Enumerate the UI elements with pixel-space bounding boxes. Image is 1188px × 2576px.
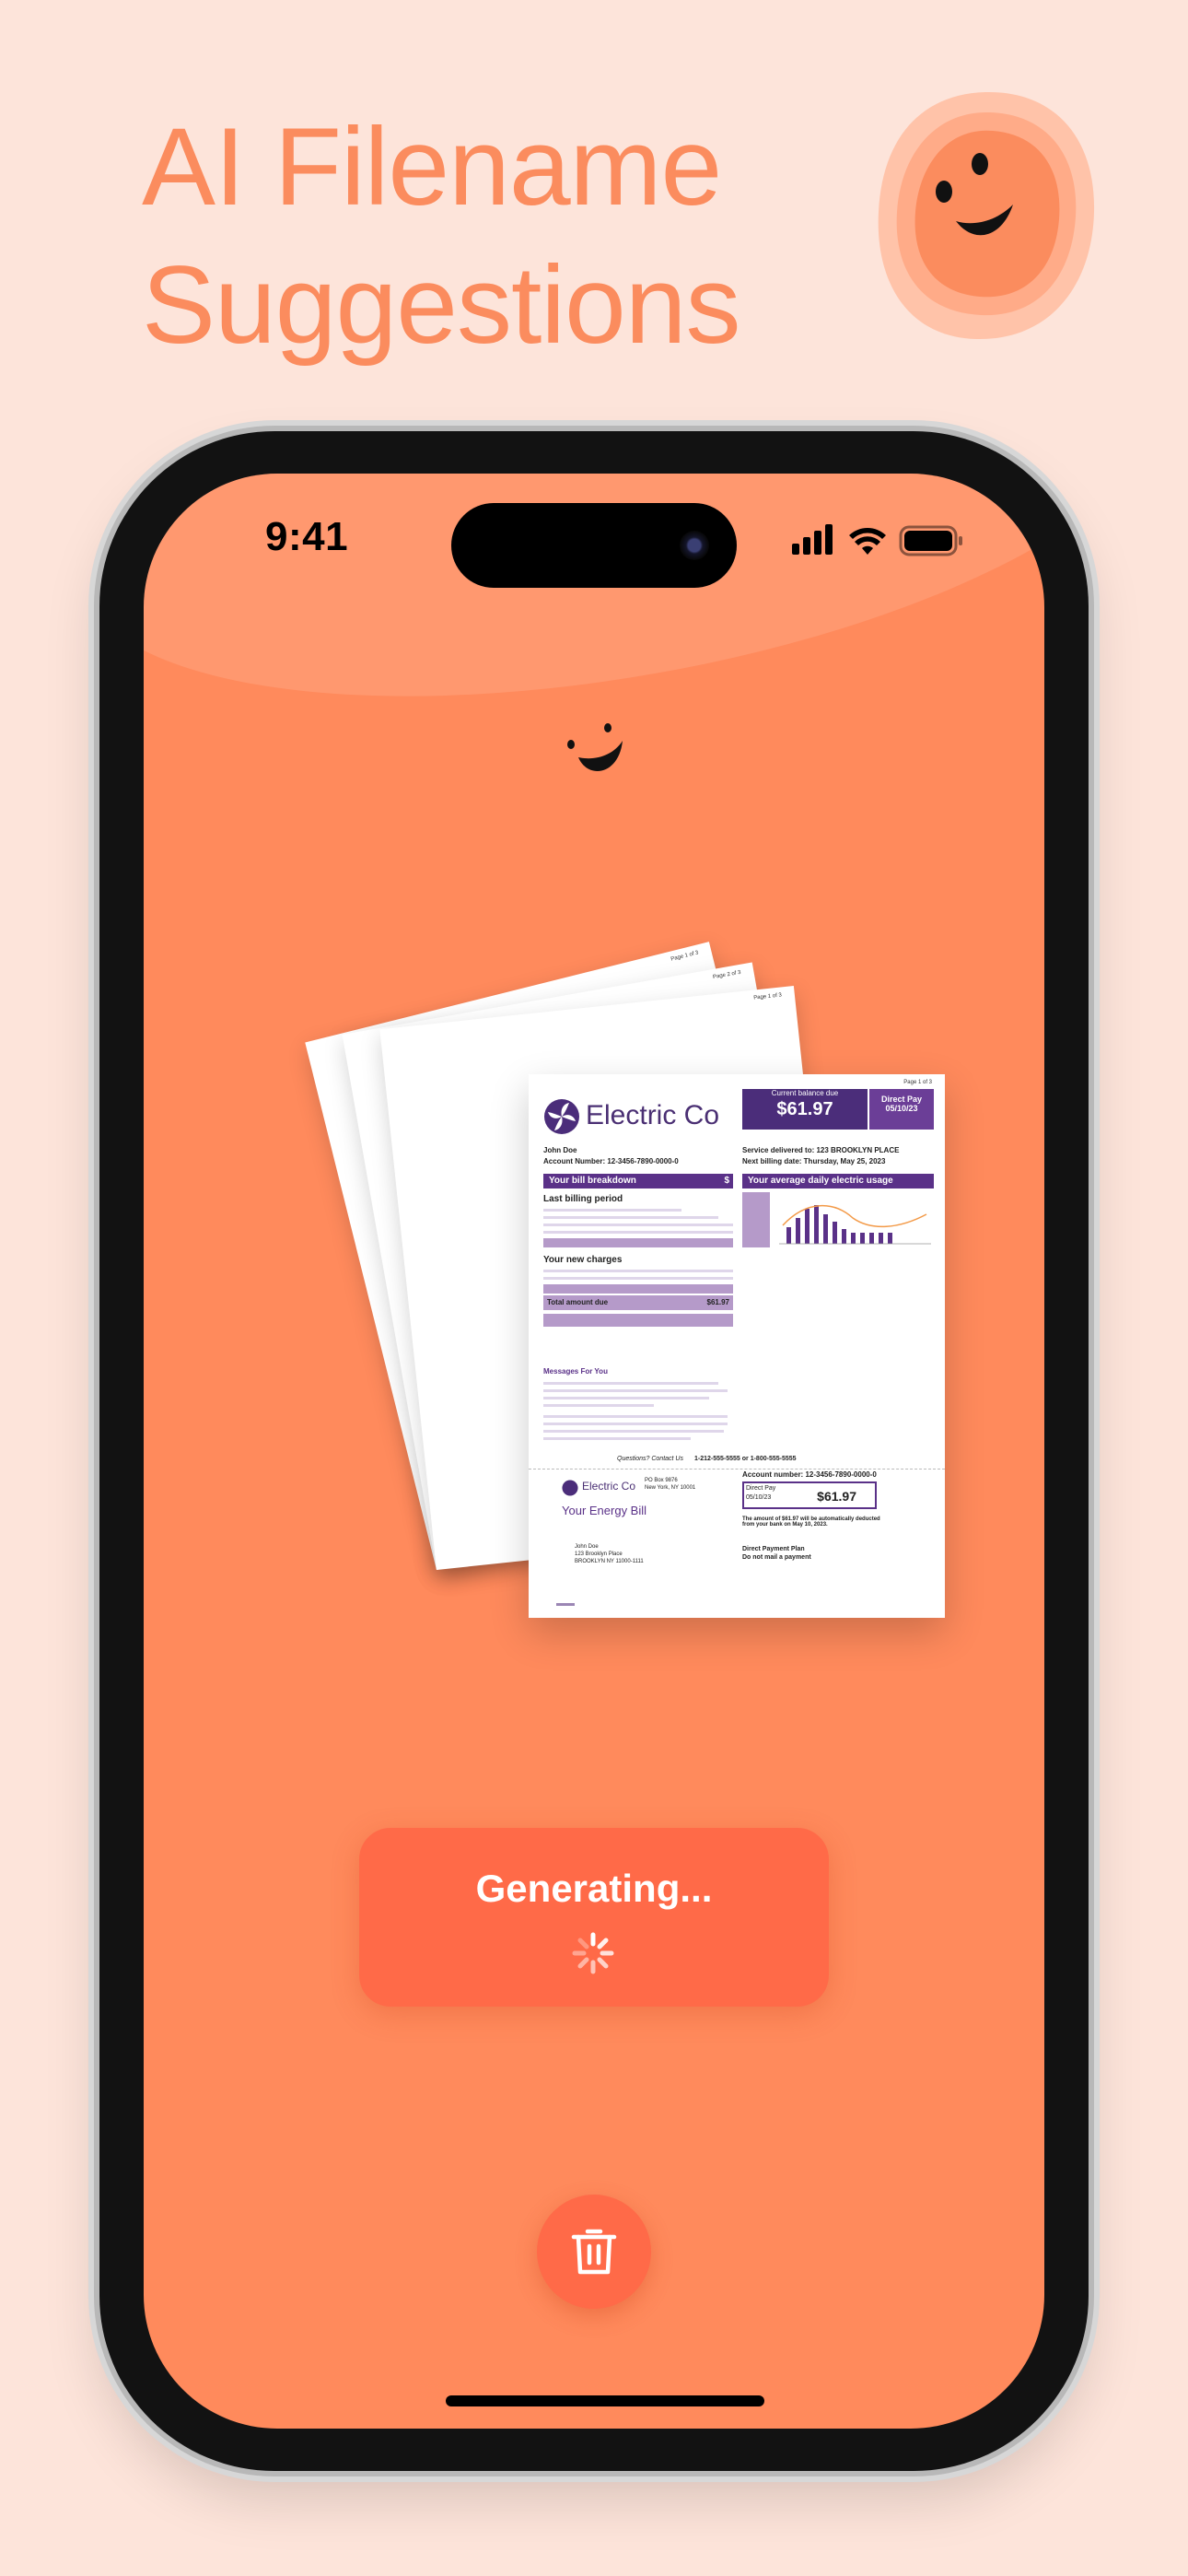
smiley-face-icon [567, 723, 623, 771]
text-line [543, 1382, 718, 1385]
address-street: 123 Brooklyn Place [575, 1551, 623, 1557]
direct-pay-label: Direct Pay [746, 1485, 776, 1492]
brand-logo-icon [562, 1480, 578, 1496]
amount: $61.97 [817, 1489, 856, 1504]
account-number: Account Number: 12-3456-7890-0000-0 [543, 1157, 679, 1165]
dynamic-island [451, 503, 737, 588]
bill-breakdown-bar: Your bill breakdown $ [543, 1174, 733, 1188]
text-line [543, 1430, 724, 1433]
address-city: BROOKLYN NY 11000-1111 [575, 1559, 644, 1564]
balance-due-label: Current balance due [771, 1089, 839, 1097]
text-line [543, 1231, 733, 1234]
brand-logo-icon [544, 1099, 579, 1134]
contact-phone: 1-212-555-5555 or 1-800-555-5555 [694, 1456, 797, 1462]
battery-icon [899, 525, 962, 556]
text-line [543, 1415, 728, 1418]
text-line [543, 1209, 681, 1212]
usage-bar: Your average daily electric usage [742, 1174, 934, 1188]
po-box: PO Box 9876 [645, 1478, 678, 1483]
city: New York, NY 10001 [645, 1485, 696, 1491]
document-stack[interactable]: Page 1 of 3 Page 2 of 3 Page 1 of 3 Page… [305, 942, 945, 1618]
new-charges-heading: Your new charges [543, 1255, 623, 1265]
generating-button[interactable]: Generating... [359, 1828, 829, 2007]
text-line [543, 1270, 733, 1272]
brand-name: Electric Co [586, 1100, 720, 1130]
document-page-front: Page 1 of 3 Electric Co Current balance … [529, 1074, 945, 1618]
app-screen: 9:41 Page 1 of 3 Page 2 of 3 Page 1 of 3… [144, 474, 1044, 2429]
balance-due-box: Current balance due $61.97 [742, 1089, 868, 1130]
volume-down-button [90, 1161, 98, 1317]
total-due-value: $61.97 [706, 1298, 729, 1306]
direct-pay-box: Direct Pay 05/10/23 [869, 1089, 934, 1130]
brand-name-small: Electric Co [582, 1480, 636, 1493]
action-button [90, 820, 98, 894]
delete-button[interactable] [537, 2195, 651, 2309]
generating-label: Generating... [475, 1867, 713, 1910]
usage-chart [779, 1205, 931, 1245]
energy-bill-title: Your Energy Bill [562, 1504, 647, 1517]
account-number-short: Account number: 12-3456-7890-0000-0 [742, 1470, 877, 1479]
camera-icon [680, 531, 709, 560]
page-label: Page 2 of 3 [712, 969, 741, 981]
text-line [543, 1389, 728, 1392]
text-line [543, 1277, 733, 1280]
text-line [543, 1397, 709, 1399]
headline-line-2: Suggestions [142, 243, 740, 367]
direct-pay-date: 05/10/23 [746, 1494, 772, 1501]
text-line [543, 1437, 691, 1440]
questions-label: Questions? Contact Us [617, 1456, 683, 1462]
direct-pay-label: Direct Pay [880, 1095, 923, 1104]
address-name: John Doe [575, 1544, 599, 1550]
text-line [543, 1216, 718, 1219]
bill-breakdown-title: Your bill breakdown [549, 1176, 636, 1186]
direct-pay-summary-box: Direct Pay 05/10/23 $61.97 [742, 1481, 877, 1509]
status-icons [792, 521, 967, 563]
auto-deduct-note: The amount of $61.97 will be automatical… [742, 1516, 880, 1528]
next-billing-date: Next billing date: Thursday, May 25, 202… [742, 1157, 886, 1165]
last-billing-heading: Last billing period [543, 1194, 623, 1204]
dollar-icon: $ [724, 1176, 729, 1186]
total-band: Total amount due $61.97 [543, 1295, 733, 1310]
charges-band [543, 1284, 733, 1294]
page-label: Page 1 of 3 [670, 950, 700, 963]
total-due-label: Total amount due [547, 1298, 609, 1306]
direct-pay-date: 05/10/23 [885, 1104, 918, 1113]
side-button [1090, 1069, 1098, 1317]
volume-up-button [90, 967, 98, 1124]
cellular-signal-icon [792, 524, 833, 555]
text-line [543, 1224, 733, 1226]
headline-line-1: AI Filename [142, 105, 722, 228]
payment-note-band [543, 1314, 733, 1327]
spinner-icon [572, 1932, 614, 1974]
status-time: 9:41 [265, 514, 349, 559]
trash-icon [571, 2229, 617, 2275]
page-label: Page 1 of 3 [753, 992, 783, 1001]
barcode-mark [556, 1603, 575, 1606]
page-label: Page 1 of 3 [903, 1080, 932, 1085]
direct-payment-plan: Direct Payment Plan [742, 1546, 805, 1552]
customer-name: John Doe [543, 1146, 577, 1154]
home-indicator[interactable] [446, 2395, 764, 2406]
smiley-blob-icon [878, 91, 1095, 340]
text-line [543, 1404, 654, 1407]
phone-frame: 9:41 Page 1 of 3 Page 2 of 3 Page 1 of 3… [99, 431, 1089, 2471]
do-not-mail: Do not mail a payment [742, 1554, 811, 1561]
service-delivered: Service delivered to: 123 BROOKLYN PLACE [742, 1146, 900, 1154]
text-line [543, 1423, 728, 1425]
messages-heading: Messages For You [543, 1367, 608, 1376]
wifi-icon [849, 528, 886, 555]
page-title: AI Filename Suggestions [142, 98, 740, 374]
balance-amount: $61.97 [776, 1099, 833, 1119]
summary-band [543, 1238, 733, 1247]
